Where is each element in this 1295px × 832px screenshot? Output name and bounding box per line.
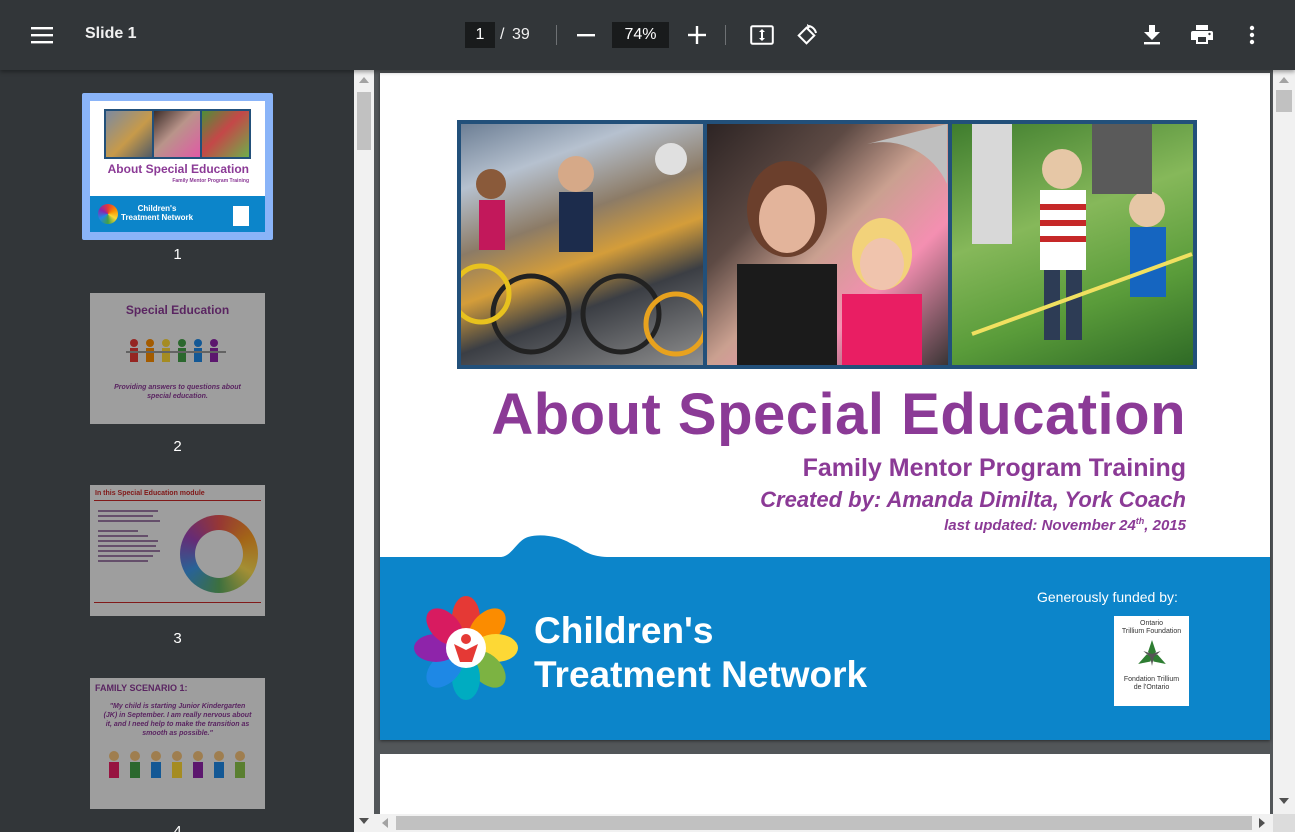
thumb-text-lines bbox=[98, 507, 168, 587]
thumbnail-image[interactable]: Special Education Providing answers to q… bbox=[90, 293, 265, 424]
thumb-title: In this Special Education module bbox=[95, 490, 205, 497]
pdf-page-2 bbox=[380, 754, 1270, 814]
thumbnail-item[interactable]: FAMILY SCENARIO 1: "My child is starting… bbox=[82, 670, 273, 832]
slide-updated-prefix: last updated: November 24 bbox=[944, 517, 1136, 534]
thumb-title: Special Education bbox=[125, 303, 230, 317]
thumbnail-page-number: 1 bbox=[173, 246, 182, 263]
scroll-up-arrow-icon[interactable] bbox=[359, 77, 369, 83]
fit-page-icon bbox=[750, 25, 774, 45]
sidebar-scrollbar[interactable] bbox=[354, 70, 374, 832]
download-button[interactable] bbox=[1136, 19, 1168, 51]
slide-author: Created by: Amanda Dimilta, York Coach bbox=[760, 487, 1186, 512]
minus-icon bbox=[577, 34, 595, 37]
thumb-photo-strip bbox=[104, 109, 251, 159]
page-number-input[interactable]: 1 bbox=[465, 22, 495, 48]
zoom-in-button[interactable] bbox=[681, 19, 713, 51]
thumb-subtitle: Family Mentor Program Training bbox=[172, 178, 249, 184]
plus-icon bbox=[688, 26, 706, 44]
pdf-page-1: About Special Education Family Mentor Pr… bbox=[380, 73, 1270, 740]
otf-line2: Trillium Foundation bbox=[1121, 628, 1182, 635]
ctn-org-name: Children's Treatment Network bbox=[534, 609, 867, 697]
thumb-people-figures bbox=[126, 339, 226, 362]
thumb-title: About Special Education bbox=[107, 162, 249, 176]
thumbnail-item[interactable]: About Special Education Family Mentor Pr… bbox=[82, 93, 273, 263]
ctn-org-line2: Treatment Network bbox=[534, 654, 868, 695]
funded-by-label: Generously funded by: bbox=[1037, 589, 1178, 605]
rotate-button[interactable] bbox=[791, 19, 823, 51]
scroll-down-arrow-icon[interactable] bbox=[1279, 798, 1289, 804]
toolbar-divider bbox=[556, 25, 557, 45]
zoom-input[interactable]: 74% bbox=[612, 22, 669, 48]
ctn-logo-icon bbox=[414, 596, 518, 700]
thumb-title: FAMILY SCENARIO 1: bbox=[95, 683, 188, 693]
more-vert-icon bbox=[1249, 25, 1255, 45]
scroll-left-arrow-icon[interactable] bbox=[382, 818, 388, 828]
zoom-out-button[interactable] bbox=[570, 19, 602, 51]
pdf-toolbar: Slide 1 1 / 39 74% bbox=[0, 0, 1295, 70]
document-viewer[interactable]: About Special Education Family Mentor Pr… bbox=[374, 70, 1273, 814]
viewer-horizontal-scrollbar[interactable] bbox=[374, 814, 1273, 832]
slide-title: About Special Education bbox=[491, 382, 1186, 447]
thumbnail-page-number: 4 bbox=[173, 823, 182, 832]
ctn-org-line1: Children's bbox=[534, 610, 714, 651]
photo-mentor-child bbox=[707, 124, 948, 365]
scrollbar-corner bbox=[1273, 814, 1295, 832]
thumbnail-sidebar: About Special Education Family Mentor Pr… bbox=[0, 70, 354, 832]
trillium-icon bbox=[1137, 640, 1166, 666]
thumb-blue-band: Children's Treatment Network bbox=[90, 196, 265, 232]
menu-icon[interactable] bbox=[26, 19, 58, 51]
photo-bikes bbox=[461, 124, 703, 365]
thumbnail-page-number: 3 bbox=[173, 630, 182, 647]
blue-band-wave bbox=[380, 535, 1270, 559]
download-icon bbox=[1144, 25, 1160, 45]
sidebar-scroll-thumb[interactable] bbox=[357, 92, 371, 150]
photo-children-park bbox=[952, 124, 1193, 365]
viewer-scroll-thumb[interactable] bbox=[1276, 90, 1292, 112]
print-button[interactable] bbox=[1186, 19, 1218, 51]
toolbar-divider bbox=[725, 25, 726, 45]
thumbnail-item[interactable]: In this Special Education module 3 bbox=[82, 477, 273, 647]
trillium-foundation-logo: Ontario Trillium Foundation Fondation Tr… bbox=[1114, 616, 1189, 706]
slide-updated-sup: th bbox=[1135, 516, 1145, 526]
fit-to-page-button[interactable] bbox=[746, 19, 778, 51]
otf-line4: de l'Ontario bbox=[1133, 684, 1170, 691]
slide-updated-date: last updated: November 24th, 2015 bbox=[944, 516, 1186, 534]
horizontal-scroll-thumb[interactable] bbox=[396, 816, 1252, 830]
thumbnail-page-number: 2 bbox=[173, 438, 182, 455]
thumbnail-image[interactable]: About Special Education Family Mentor Pr… bbox=[90, 101, 265, 232]
thumb-children-figures bbox=[109, 751, 245, 778]
thumb-caption: Providing answers to questions about spe… bbox=[114, 384, 241, 400]
slide-photo-strip bbox=[457, 120, 1197, 369]
otf-line3: Fondation Trillium bbox=[1123, 676, 1180, 683]
more-options-button[interactable] bbox=[1236, 19, 1268, 51]
rotate-icon bbox=[797, 24, 817, 45]
scroll-up-arrow-icon[interactable] bbox=[1279, 77, 1289, 83]
otf-line1: Ontario bbox=[1140, 620, 1163, 627]
page-separator: / bbox=[500, 26, 505, 43]
print-icon bbox=[1191, 25, 1213, 44]
scroll-right-arrow-icon[interactable] bbox=[1259, 818, 1265, 828]
page-total: 39 bbox=[512, 26, 530, 43]
thumbnail-image[interactable]: FAMILY SCENARIO 1: "My child is starting… bbox=[90, 678, 265, 809]
thumbnail-item[interactable]: Special Education Providing answers to q… bbox=[82, 285, 273, 455]
slide-subtitle: Family Mentor Program Training bbox=[802, 454, 1186, 482]
thumbnail-image[interactable]: In this Special Education module bbox=[90, 485, 265, 616]
slide-updated-suffix: , 2015 bbox=[1144, 517, 1186, 534]
thumb-quote: "My child is starting Junior Kindergarte… bbox=[103, 703, 252, 737]
thumb-circle-graphic bbox=[180, 515, 258, 593]
scroll-down-arrow-icon[interactable] bbox=[359, 818, 369, 824]
document-title: Slide 1 bbox=[85, 25, 137, 42]
viewer-vertical-scrollbar[interactable] bbox=[1273, 70, 1295, 814]
